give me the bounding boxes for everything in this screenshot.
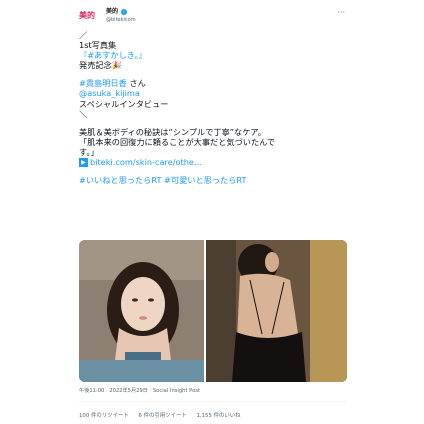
hashtag-link[interactable]: 『#あすかしき。』 [79, 50, 347, 60]
text-line: #貴島明日香 さん [79, 78, 347, 88]
photo-left[interactable] [79, 240, 204, 382]
text-line: 「肌本来の回復力に頼ることが大事だと気づいたんで [79, 136, 276, 147]
tweet-timestamp[interactable]: 午後11:00 · 2022年5月29日 · Social Insight Po… [79, 387, 200, 394]
hashtags-line[interactable]: #いいねと思ったらRT #可愛いと思ったらRT [79, 175, 347, 185]
text-line: ／ [79, 30, 88, 40]
account-handle[interactable]: @bitekicom [106, 17, 136, 23]
text-line: 発売記念🎉 [79, 60, 122, 71]
engagement-stats: 100 件のリツイート 6 件の引用ツイート 1,155 件のいいね [79, 411, 249, 419]
photo-grid [79, 240, 347, 382]
portrait-image [79, 240, 204, 382]
account-name-row[interactable]: 美的 ✓ [106, 8, 127, 15]
play-icon: ▶ [79, 158, 88, 168]
tweet-header: 美的 美的 ✓ @bitekicom ··· [79, 6, 347, 26]
more-options-icon[interactable]: ··· [337, 8, 345, 17]
text-line: スペシャルインタビュー [79, 98, 169, 109]
quote-count[interactable]: 6 件の引用ツイート [138, 413, 186, 419]
text-line: 1st写真集 [79, 40, 117, 51]
verified-icon: ✓ [120, 8, 127, 15]
link-line[interactable]: ▶ biteki.com/skin-care/othe… [79, 157, 347, 168]
account-name[interactable]: 美的 [106, 8, 118, 15]
text-line: 美肌＆美ボディの秘訣は“シンプルで丁寧”なケア。 [79, 126, 266, 137]
text-fragment: さん [126, 78, 146, 89]
tweet-text: ／ 1st写真集 『#あすかしき。』 発売記念🎉 #貴島明日香 さん @asuk… [79, 30, 347, 185]
article-link[interactable]: biteki.com/skin-care/othe… [90, 157, 202, 167]
divider [79, 401, 347, 402]
hashtag-link[interactable]: #貴島明日香 [79, 78, 127, 88]
retweet-count[interactable]: 100 件のリツイート [79, 413, 129, 419]
text-line: ＼ [79, 108, 88, 119]
back-view-image [206, 240, 347, 382]
mention-link[interactable]: @asuka_kijima [79, 88, 347, 98]
tweet-card: 美的 美的 ✓ @bitekicom ··· ／ 1st写真集 『#あすかしき。… [79, 0, 347, 424]
avatar[interactable]: 美的 [79, 8, 97, 24]
like-count[interactable]: 1,155 件のいいね [196, 413, 240, 419]
photo-right[interactable] [206, 240, 347, 382]
text-line: す。」 [79, 146, 99, 157]
